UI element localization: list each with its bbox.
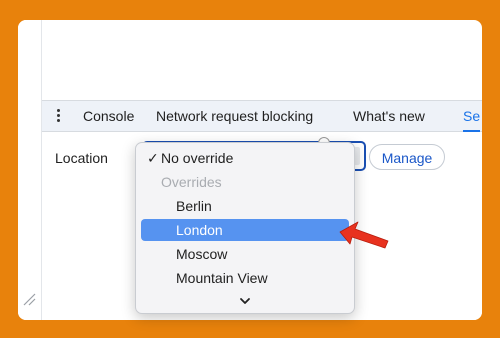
option-label: London <box>176 222 223 238</box>
tab-console[interactable]: Console <box>83 101 134 131</box>
option-label: Moscow <box>176 246 228 262</box>
option-london[interactable]: London <box>141 219 349 241</box>
option-label: No override <box>161 150 234 166</box>
option-label: Mountain View <box>176 270 268 286</box>
option-berlin[interactable]: Berlin <box>141 195 349 217</box>
option-no-override[interactable]: ✓ No override <box>141 147 349 169</box>
option-label: Berlin <box>176 198 212 214</box>
location-dropdown-menu: ✓ No override Overrides Berlin London Mo… <box>135 142 355 314</box>
tab-sensors[interactable]: Se <box>463 101 481 132</box>
scroll-down-chevron-icon[interactable] <box>136 293 354 309</box>
checkmark-icon: ✓ <box>147 150 159 166</box>
option-group-label: Overrides <box>161 174 222 190</box>
left-gutter <box>18 20 42 320</box>
drawer-tab-bar: Console Network request blocking What's … <box>42 100 482 132</box>
tab-network-request-blocking[interactable]: Network request blocking <box>156 101 313 131</box>
tab-whats-new[interactable]: What's new <box>353 101 425 131</box>
red-pointer-arrow-icon <box>339 221 389 249</box>
location-label: Location <box>55 150 108 166</box>
more-tools-kebab-icon[interactable] <box>52 108 64 124</box>
manage-button[interactable]: Manage <box>369 144 445 170</box>
resize-grip-icon[interactable] <box>22 292 36 306</box>
option-moscow[interactable]: Moscow <box>141 243 349 265</box>
option-group-overrides: Overrides <box>141 171 349 193</box>
option-mountain-view[interactable]: Mountain View <box>141 267 349 289</box>
